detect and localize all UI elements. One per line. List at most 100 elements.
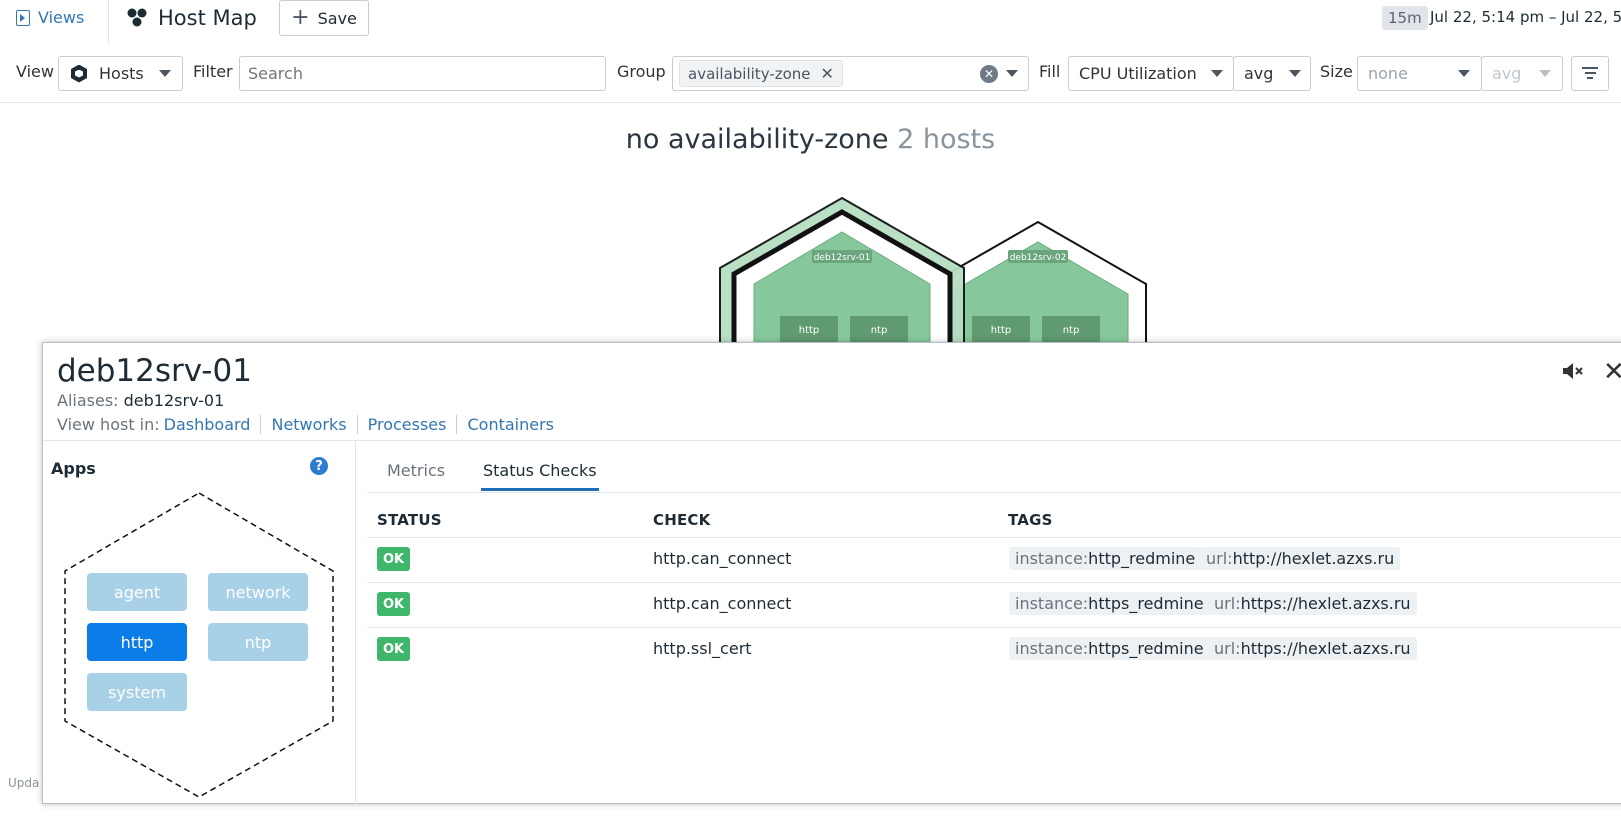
- check-name: http.can_connect: [653, 594, 792, 613]
- link-processes[interactable]: Processes: [356, 415, 457, 434]
- host1-app-http: http: [799, 325, 820, 336]
- tag-key: instance:: [1015, 549, 1089, 568]
- view-label: View: [16, 62, 54, 81]
- host-map-hexagons: deb12srv-02 http ntp deb12srv-01 http nt…: [719, 196, 1147, 350]
- link-containers[interactable]: Containers: [456, 415, 564, 434]
- time-range[interactable]: Jul 22, 5:14 pm – Jul 22, 5: [1430, 8, 1621, 26]
- views-link[interactable]: Views: [16, 8, 84, 27]
- app-system[interactable]: system: [87, 673, 187, 711]
- check-name: http.ssl_cert: [653, 639, 752, 658]
- header-check: CHECK: [653, 511, 711, 529]
- tag-key: instance:: [1015, 594, 1089, 613]
- tag-url[interactable]: url:https://hexlet.azxs.ru: [1208, 592, 1417, 615]
- tag-instance[interactable]: instance:https_redmine: [1009, 592, 1210, 615]
- viewin-label: View host in:: [57, 415, 160, 434]
- fill-metric-select[interactable]: CPU Utilization: [1068, 56, 1234, 91]
- remove-tag-icon[interactable]: ✕: [821, 64, 834, 83]
- views-label: Views: [38, 8, 85, 27]
- row-divider: [367, 537, 1621, 538]
- size-agg-value: avg: [1492, 64, 1522, 83]
- fill-agg-select[interactable]: avg: [1233, 56, 1311, 91]
- app-ntp[interactable]: ntp: [208, 623, 308, 661]
- size-metric-select[interactable]: none: [1357, 56, 1482, 91]
- group-select[interactable]: availability-zone ✕ ✕: [672, 56, 1029, 91]
- chevron-down-icon: [1458, 70, 1470, 77]
- tab-metrics[interactable]: Metrics: [387, 461, 445, 488]
- row-divider: [367, 582, 1621, 583]
- header-status: STATUS: [377, 511, 442, 529]
- group-tag-label: availability-zone: [688, 64, 811, 83]
- check-name: http.can_connect: [653, 549, 792, 568]
- host-count: 2 hosts: [897, 124, 996, 155]
- tag-key: instance:: [1015, 639, 1089, 658]
- chevron-down-icon: [1539, 70, 1551, 77]
- fill-agg-value: avg: [1244, 64, 1274, 83]
- status-ok-badge: OK: [377, 547, 410, 571]
- status-ok-badge: OK: [377, 592, 410, 616]
- page-title-text: Host Map: [158, 6, 257, 30]
- app-http[interactable]: http: [87, 623, 187, 661]
- tag-key: url:: [1214, 639, 1241, 658]
- tag-value: http://hexlet.azxs.ru: [1232, 549, 1395, 568]
- filter-search-input[interactable]: [239, 56, 606, 91]
- hostmap-icon: [127, 8, 147, 27]
- link-networks[interactable]: Networks: [260, 415, 356, 434]
- save-label: Save: [317, 8, 357, 28]
- view-select[interactable]: Hosts: [58, 56, 183, 91]
- tag-value: https://hexlet.azxs.ru: [1240, 639, 1411, 658]
- clear-icon[interactable]: ✕: [980, 65, 998, 83]
- tag-value: https://hexlet.azxs.ru: [1240, 594, 1411, 613]
- size-label: Size: [1320, 62, 1353, 81]
- chevron-down-icon: [1211, 70, 1223, 77]
- host2-label: deb12srv-02: [1010, 253, 1067, 263]
- tag-instance[interactable]: instance:https_redmine: [1009, 637, 1210, 660]
- hosts-hex-icon: [71, 64, 87, 83]
- tab-status-checks[interactable]: Status Checks: [481, 461, 599, 491]
- view-host-in: View host in: Dashboard Networks Process…: [57, 415, 564, 434]
- status-ok-badge: OK: [377, 637, 410, 661]
- link-dashboard[interactable]: Dashboard: [160, 415, 261, 434]
- tabs-divider: [367, 492, 1621, 493]
- host-detail-panel: deb12srv-01 Aliases: deb12srv-01 View ho…: [42, 342, 1621, 805]
- help-icon[interactable]: ?: [310, 457, 328, 475]
- app-network[interactable]: network: [208, 573, 308, 611]
- top-divider: [108, 0, 109, 44]
- size-agg-select[interactable]: avg: [1481, 56, 1563, 91]
- map-group-title: no availability-zone 2 hosts: [0, 124, 1621, 155]
- app-agent[interactable]: agent: [87, 573, 187, 611]
- filter-lines-icon: [1582, 67, 1598, 82]
- save-button[interactable]: + Save: [279, 0, 369, 36]
- host-hex-deb12srv-01[interactable]: deb12srv-01 http ntp: [719, 196, 965, 350]
- tag-key: url:: [1214, 594, 1241, 613]
- page-title: Host Map: [126, 6, 257, 30]
- host1-app-ntp: ntp: [871, 325, 888, 336]
- tag-key: url:: [1206, 549, 1233, 568]
- tag-instance[interactable]: instance:http_redmine: [1009, 547, 1202, 570]
- view-value: Hosts: [99, 64, 144, 83]
- tag-url[interactable]: url:http://hexlet.azxs.ru: [1200, 547, 1401, 570]
- time-frame-badge[interactable]: 15m: [1382, 6, 1428, 30]
- toolbar-divider: [0, 102, 1621, 103]
- tag-value: http_redmine: [1088, 549, 1196, 568]
- close-icon[interactable]: ✕: [1603, 357, 1621, 387]
- views-icon: [16, 9, 30, 26]
- aliases: Aliases: deb12srv-01: [57, 391, 224, 410]
- chevron-down-icon: [1289, 70, 1301, 77]
- filter-label: Filter: [193, 62, 233, 81]
- mute-icon[interactable]: [1561, 361, 1585, 381]
- tag-value: https_redmine: [1088, 639, 1204, 658]
- host-name: deb12srv-01: [57, 353, 252, 389]
- row-divider: [367, 627, 1621, 628]
- group-tag[interactable]: availability-zone ✕: [679, 60, 843, 87]
- header-tags: TAGS: [1008, 511, 1053, 529]
- updated-text: Upda: [8, 776, 40, 790]
- fill-label: Fill: [1039, 62, 1061, 81]
- size-metric-value: none: [1368, 64, 1408, 83]
- host1-label: deb12srv-01: [814, 253, 871, 263]
- chevron-down-icon: [1006, 70, 1018, 77]
- fill-metric-value: CPU Utilization: [1079, 64, 1197, 83]
- filter-options-button[interactable]: [1571, 56, 1609, 91]
- plus-icon: +: [291, 5, 310, 30]
- tag-url[interactable]: url:https://hexlet.azxs.ru: [1208, 637, 1417, 660]
- aliases-label: Aliases:: [57, 391, 119, 410]
